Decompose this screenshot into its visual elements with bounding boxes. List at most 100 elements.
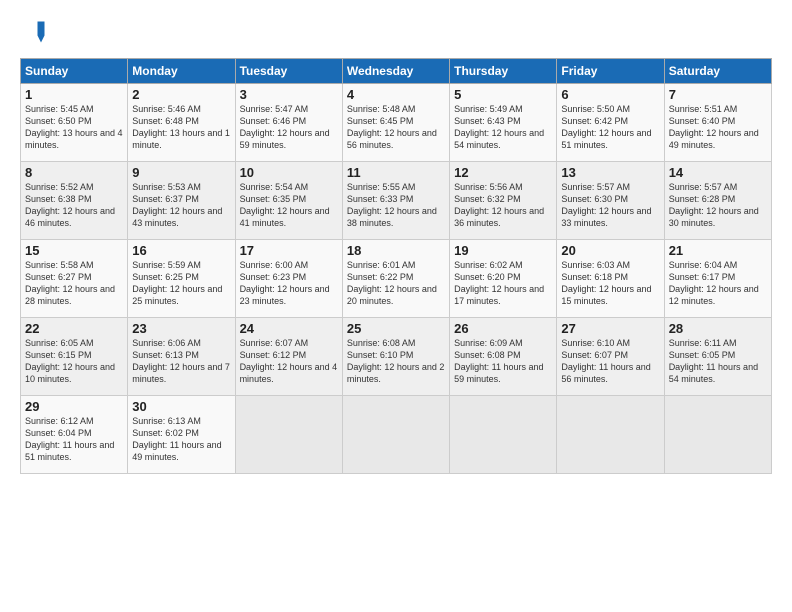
day-info: Sunrise: 6:12 AMSunset: 6:04 PMDaylight:…: [25, 415, 123, 464]
calendar-cell: [450, 396, 557, 474]
calendar-cell: 11Sunrise: 5:55 AMSunset: 6:33 PMDayligh…: [342, 162, 449, 240]
day-number: 20: [561, 243, 659, 258]
calendar-cell: 4Sunrise: 5:48 AMSunset: 6:45 PMDaylight…: [342, 84, 449, 162]
calendar-cell: 16Sunrise: 5:59 AMSunset: 6:25 PMDayligh…: [128, 240, 235, 318]
day-number: 25: [347, 321, 445, 336]
weekday-header: Friday: [557, 59, 664, 84]
day-number: 27: [561, 321, 659, 336]
calendar-cell: 1Sunrise: 5:45 AMSunset: 6:50 PMDaylight…: [21, 84, 128, 162]
day-number: 22: [25, 321, 123, 336]
calendar-cell: 24Sunrise: 6:07 AMSunset: 6:12 PMDayligh…: [235, 318, 342, 396]
day-info: Sunrise: 5:53 AMSunset: 6:37 PMDaylight:…: [132, 181, 230, 230]
day-number: 15: [25, 243, 123, 258]
weekday-header-row: SundayMondayTuesdayWednesdayThursdayFrid…: [21, 59, 772, 84]
day-info: Sunrise: 5:56 AMSunset: 6:32 PMDaylight:…: [454, 181, 552, 230]
calendar-week-row: 22Sunrise: 6:05 AMSunset: 6:15 PMDayligh…: [21, 318, 772, 396]
day-info: Sunrise: 6:09 AMSunset: 6:08 PMDaylight:…: [454, 337, 552, 386]
calendar-cell: 22Sunrise: 6:05 AMSunset: 6:15 PMDayligh…: [21, 318, 128, 396]
day-info: Sunrise: 6:07 AMSunset: 6:12 PMDaylight:…: [240, 337, 338, 386]
calendar-cell: 12Sunrise: 5:56 AMSunset: 6:32 PMDayligh…: [450, 162, 557, 240]
day-number: 12: [454, 165, 552, 180]
day-number: 1: [25, 87, 123, 102]
calendar-cell: 9Sunrise: 5:53 AMSunset: 6:37 PMDaylight…: [128, 162, 235, 240]
calendar-week-row: 29Sunrise: 6:12 AMSunset: 6:04 PMDayligh…: [21, 396, 772, 474]
day-info: Sunrise: 6:05 AMSunset: 6:15 PMDaylight:…: [25, 337, 123, 386]
day-info: Sunrise: 6:03 AMSunset: 6:18 PMDaylight:…: [561, 259, 659, 308]
day-number: 6: [561, 87, 659, 102]
day-info: Sunrise: 5:48 AMSunset: 6:45 PMDaylight:…: [347, 103, 445, 152]
day-info: Sunrise: 5:54 AMSunset: 6:35 PMDaylight:…: [240, 181, 338, 230]
page-header: [20, 18, 772, 46]
day-number: 2: [132, 87, 230, 102]
day-info: Sunrise: 5:52 AMSunset: 6:38 PMDaylight:…: [25, 181, 123, 230]
calendar-cell: 23Sunrise: 6:06 AMSunset: 6:13 PMDayligh…: [128, 318, 235, 396]
calendar-cell: 18Sunrise: 6:01 AMSunset: 6:22 PMDayligh…: [342, 240, 449, 318]
day-info: Sunrise: 6:00 AMSunset: 6:23 PMDaylight:…: [240, 259, 338, 308]
day-info: Sunrise: 6:13 AMSunset: 6:02 PMDaylight:…: [132, 415, 230, 464]
calendar-cell: 25Sunrise: 6:08 AMSunset: 6:10 PMDayligh…: [342, 318, 449, 396]
day-info: Sunrise: 5:57 AMSunset: 6:28 PMDaylight:…: [669, 181, 767, 230]
day-number: 16: [132, 243, 230, 258]
calendar-cell: 10Sunrise: 5:54 AMSunset: 6:35 PMDayligh…: [235, 162, 342, 240]
calendar-cell: 20Sunrise: 6:03 AMSunset: 6:18 PMDayligh…: [557, 240, 664, 318]
calendar-cell: 29Sunrise: 6:12 AMSunset: 6:04 PMDayligh…: [21, 396, 128, 474]
day-info: Sunrise: 6:06 AMSunset: 6:13 PMDaylight:…: [132, 337, 230, 386]
day-number: 9: [132, 165, 230, 180]
day-number: 10: [240, 165, 338, 180]
day-info: Sunrise: 6:02 AMSunset: 6:20 PMDaylight:…: [454, 259, 552, 308]
day-number: 17: [240, 243, 338, 258]
calendar-cell: 21Sunrise: 6:04 AMSunset: 6:17 PMDayligh…: [664, 240, 771, 318]
calendar-cell: 17Sunrise: 6:00 AMSunset: 6:23 PMDayligh…: [235, 240, 342, 318]
day-info: Sunrise: 6:04 AMSunset: 6:17 PMDaylight:…: [669, 259, 767, 308]
calendar-cell: [342, 396, 449, 474]
day-info: Sunrise: 5:58 AMSunset: 6:27 PMDaylight:…: [25, 259, 123, 308]
day-info: Sunrise: 6:11 AMSunset: 6:05 PMDaylight:…: [669, 337, 767, 386]
day-info: Sunrise: 5:50 AMSunset: 6:42 PMDaylight:…: [561, 103, 659, 152]
calendar-cell: 8Sunrise: 5:52 AMSunset: 6:38 PMDaylight…: [21, 162, 128, 240]
calendar-week-row: 15Sunrise: 5:58 AMSunset: 6:27 PMDayligh…: [21, 240, 772, 318]
calendar-week-row: 1Sunrise: 5:45 AMSunset: 6:50 PMDaylight…: [21, 84, 772, 162]
day-info: Sunrise: 5:55 AMSunset: 6:33 PMDaylight:…: [347, 181, 445, 230]
calendar-cell: 27Sunrise: 6:10 AMSunset: 6:07 PMDayligh…: [557, 318, 664, 396]
day-info: Sunrise: 5:47 AMSunset: 6:46 PMDaylight:…: [240, 103, 338, 152]
day-number: 13: [561, 165, 659, 180]
calendar-cell: [557, 396, 664, 474]
day-number: 4: [347, 87, 445, 102]
day-number: 14: [669, 165, 767, 180]
day-number: 11: [347, 165, 445, 180]
day-number: 29: [25, 399, 123, 414]
calendar-cell: 7Sunrise: 5:51 AMSunset: 6:40 PMDaylight…: [664, 84, 771, 162]
calendar-cell: 2Sunrise: 5:46 AMSunset: 6:48 PMDaylight…: [128, 84, 235, 162]
weekday-header: Monday: [128, 59, 235, 84]
day-info: Sunrise: 5:46 AMSunset: 6:48 PMDaylight:…: [132, 103, 230, 152]
calendar-cell: [235, 396, 342, 474]
day-info: Sunrise: 5:57 AMSunset: 6:30 PMDaylight:…: [561, 181, 659, 230]
day-number: 28: [669, 321, 767, 336]
day-info: Sunrise: 5:59 AMSunset: 6:25 PMDaylight:…: [132, 259, 230, 308]
calendar-cell: 5Sunrise: 5:49 AMSunset: 6:43 PMDaylight…: [450, 84, 557, 162]
day-number: 30: [132, 399, 230, 414]
day-info: Sunrise: 6:01 AMSunset: 6:22 PMDaylight:…: [347, 259, 445, 308]
calendar-cell: 28Sunrise: 6:11 AMSunset: 6:05 PMDayligh…: [664, 318, 771, 396]
day-number: 21: [669, 243, 767, 258]
calendar-week-row: 8Sunrise: 5:52 AMSunset: 6:38 PMDaylight…: [21, 162, 772, 240]
weekday-header: Sunday: [21, 59, 128, 84]
calendar-cell: 14Sunrise: 5:57 AMSunset: 6:28 PMDayligh…: [664, 162, 771, 240]
calendar-cell: 13Sunrise: 5:57 AMSunset: 6:30 PMDayligh…: [557, 162, 664, 240]
day-info: Sunrise: 5:49 AMSunset: 6:43 PMDaylight:…: [454, 103, 552, 152]
day-number: 8: [25, 165, 123, 180]
weekday-header: Wednesday: [342, 59, 449, 84]
weekday-header: Saturday: [664, 59, 771, 84]
day-number: 26: [454, 321, 552, 336]
day-number: 5: [454, 87, 552, 102]
weekday-header: Tuesday: [235, 59, 342, 84]
day-number: 19: [454, 243, 552, 258]
calendar-cell: 6Sunrise: 5:50 AMSunset: 6:42 PMDaylight…: [557, 84, 664, 162]
calendar-cell: [664, 396, 771, 474]
day-number: 7: [669, 87, 767, 102]
logo: [20, 18, 52, 46]
day-number: 23: [132, 321, 230, 336]
calendar-cell: 3Sunrise: 5:47 AMSunset: 6:46 PMDaylight…: [235, 84, 342, 162]
day-info: Sunrise: 6:08 AMSunset: 6:10 PMDaylight:…: [347, 337, 445, 386]
day-info: Sunrise: 5:45 AMSunset: 6:50 PMDaylight:…: [25, 103, 123, 152]
